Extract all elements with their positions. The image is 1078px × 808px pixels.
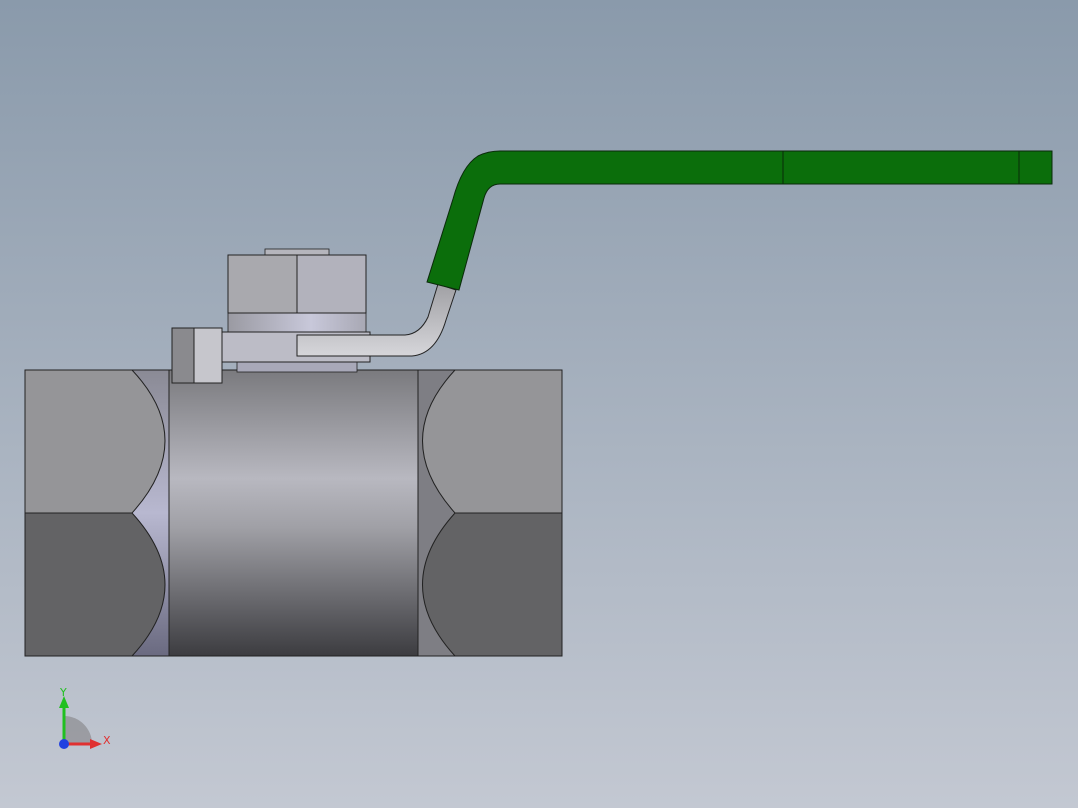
x-axis-arrow	[90, 739, 102, 749]
ball-valve-model[interactable]	[0, 0, 1078, 808]
handle-stop-block[interactable]	[171, 327, 223, 384]
left-end-lower-face	[24, 512, 170, 657]
hex-nut[interactable]	[227, 248, 367, 314]
nut-right-face	[296, 254, 367, 314]
nut-left-face	[227, 254, 298, 314]
coordinate-triad: Y X	[59, 686, 111, 749]
y-axis-label: Y	[59, 686, 67, 699]
valve-body[interactable]	[167, 369, 419, 657]
right-hex-end[interactable]	[417, 369, 563, 657]
right-end-upper-face	[417, 369, 563, 514]
graphics-viewport[interactable]: Y X	[0, 0, 1078, 808]
left-hex-end[interactable]	[24, 369, 170, 657]
stem-washer	[227, 311, 367, 335]
x-axis-label: X	[103, 734, 111, 747]
triad-plane-indicator	[64, 716, 92, 744]
stop-block-side	[171, 327, 195, 384]
stop-block-face	[193, 327, 223, 384]
right-end-lower-face	[417, 512, 563, 657]
z-axis-dot	[59, 739, 69, 749]
left-end-upper-face	[24, 369, 170, 514]
